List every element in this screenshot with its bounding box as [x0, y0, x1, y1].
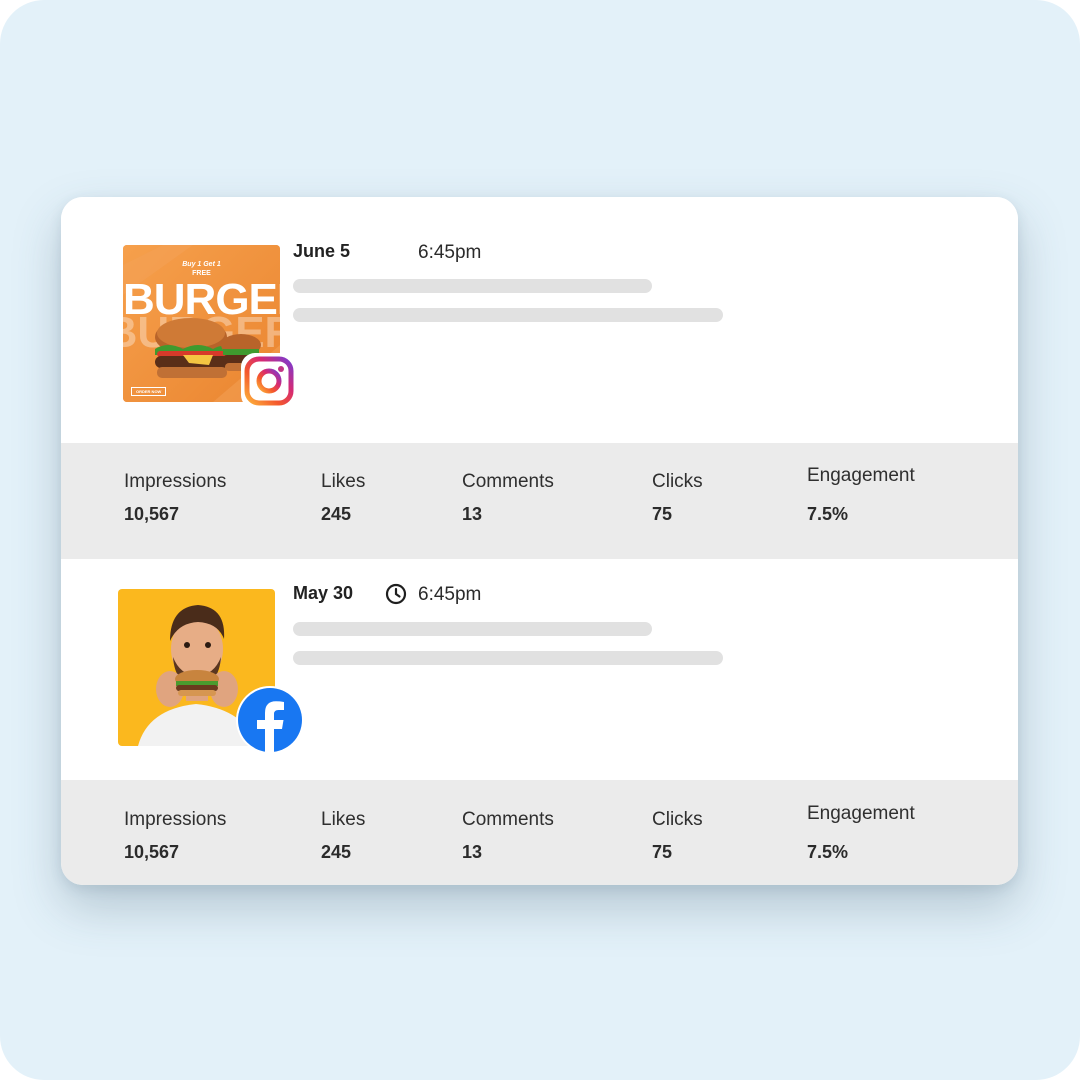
- stat-impressions: Impressions 10,567: [124, 471, 226, 525]
- stat-value: 7.5%: [807, 842, 849, 862]
- stat-engagement: Engagement 7.5%: [807, 803, 915, 863]
- stat-label: Clicks: [652, 809, 703, 830]
- stat-value: 10,567: [124, 504, 180, 524]
- stat-value: 7.5%: [807, 504, 849, 524]
- caption-placeholder-bar: [293, 308, 723, 322]
- stat-impressions: Impressions 10,567: [124, 809, 226, 863]
- caption-placeholder-bar: [293, 622, 652, 636]
- stat-label: Engagement: [807, 465, 915, 486]
- stat-value: 13: [462, 842, 483, 862]
- stat-value: 13: [462, 504, 483, 524]
- clock-icon: [385, 583, 407, 605]
- stat-label: Comments: [462, 809, 554, 830]
- order-now-button: ORDER NOW: [131, 387, 167, 396]
- stat-clicks: Clicks 75: [652, 809, 703, 863]
- stat-value: 10,567: [124, 842, 180, 862]
- stat-comments: Comments 13: [462, 471, 554, 525]
- stat-comments: Comments 13: [462, 809, 554, 863]
- stat-clicks: Clicks 75: [652, 471, 703, 525]
- post-time: 6:45pm: [418, 242, 482, 263]
- caption-placeholder-bar: [293, 279, 652, 293]
- stat-engagement: Engagement 7.5%: [807, 465, 915, 525]
- facebook-icon: [236, 686, 304, 754]
- post-stats-band: Impressions 10,567 Likes 245 Comments 13…: [61, 443, 1018, 559]
- stat-label: Clicks: [652, 471, 703, 492]
- stat-value: 245: [321, 504, 352, 524]
- promo-text: Buy 1 Get 1: [182, 261, 221, 268]
- post-stats-band: Impressions 10,567 Likes 245 Comments 13…: [61, 780, 1018, 885]
- post-date: May 30: [293, 583, 354, 603]
- stat-label: Engagement: [807, 803, 915, 824]
- post-row[interactable]: BURGER: [61, 197, 1018, 443]
- stat-value: 245: [321, 842, 352, 862]
- caption-placeholder-bar: [293, 651, 723, 665]
- post-row[interactable]: May 30 6:45pm: [61, 559, 1018, 780]
- stat-label: Likes: [321, 471, 366, 492]
- stat-label: Comments: [462, 471, 554, 492]
- post-date: June 5: [293, 241, 351, 261]
- stat-label: Impressions: [124, 809, 227, 830]
- stat-label: Likes: [321, 809, 366, 830]
- instagram-icon: [241, 353, 297, 409]
- post-time: 6:45pm: [418, 584, 482, 605]
- stat-likes: Likes 245: [321, 809, 365, 863]
- burger-headline: BURGER: [123, 275, 280, 324]
- post-analytics-card: BURGER: [61, 197, 1018, 885]
- stat-likes: Likes 245: [321, 471, 365, 525]
- stat-value: 75: [652, 504, 673, 524]
- stat-label: Impressions: [124, 471, 227, 492]
- stat-value: 75: [652, 842, 673, 862]
